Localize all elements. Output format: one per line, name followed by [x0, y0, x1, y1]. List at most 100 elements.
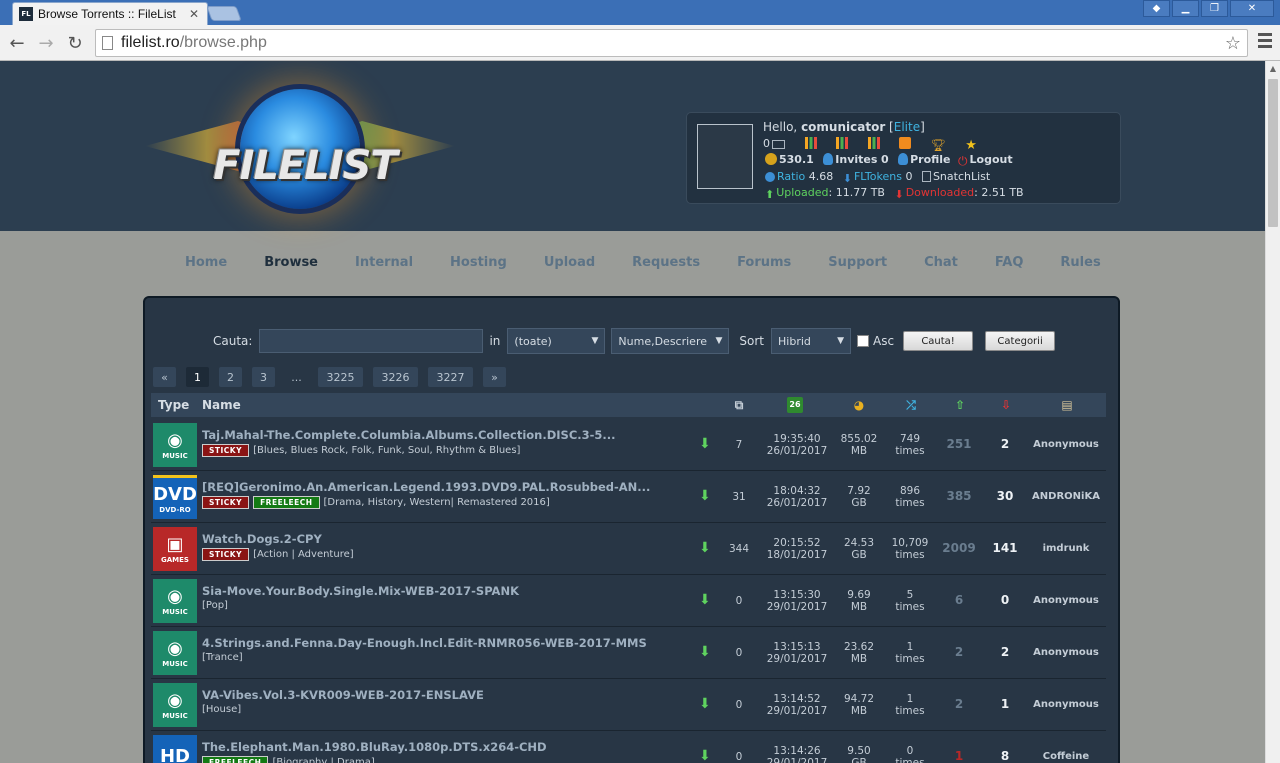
torrent-name-link[interactable]: VA-Vibes.Vol.3-KVR009-WEB-2017-ENSLAVE	[202, 688, 484, 702]
rss-icon[interactable]	[899, 136, 911, 149]
staff-icon[interactable]	[836, 136, 848, 149]
category-icon[interactable]: ◉ MUSIC	[153, 631, 197, 675]
browser-menu-icon[interactable]	[1258, 33, 1272, 51]
download-arrow-icon[interactable]: ⬇	[699, 748, 711, 763]
download-arrow-icon[interactable]: ⬇	[699, 644, 711, 660]
nav-hosting[interactable]: Hosting	[450, 255, 507, 270]
col-type[interactable]: Type	[158, 398, 189, 412]
page-scrollbar[interactable]: ▲	[1265, 61, 1280, 763]
user-profile-icon[interactable]: ◆	[1143, 0, 1170, 17]
asc-checkbox[interactable]	[857, 335, 870, 347]
files-count[interactable]: 344	[721, 543, 757, 555]
download-arrow-icon[interactable]: ⬇	[699, 540, 711, 556]
category-icon[interactable]: ◉ MUSIC	[153, 683, 197, 727]
files-count[interactable]: 0	[721, 647, 757, 659]
download-arrow-icon[interactable]: ⬇	[699, 696, 711, 712]
categories-button[interactable]: Categorii	[985, 331, 1056, 351]
torrent-name-link[interactable]: Watch.Dogs.2-CPY	[202, 532, 322, 546]
leechers-count[interactable]: 141	[981, 542, 1029, 554]
download-arrow-icon[interactable]: ⬇	[699, 592, 711, 608]
category-icon[interactable]: ◉ MUSIC	[153, 579, 197, 623]
page-3227[interactable]: 3227	[428, 367, 473, 387]
files-count[interactable]: 0	[721, 751, 757, 763]
nav-internal[interactable]: Internal	[355, 255, 413, 270]
snatched-count[interactable]: 1 times	[887, 693, 933, 717]
seeders-count[interactable]: 6	[935, 594, 983, 606]
snatched-count[interactable]: 1 times	[887, 641, 933, 665]
uploader-col-icon[interactable]: ▤	[1059, 397, 1075, 413]
category-icon[interactable]: HD	[153, 735, 197, 763]
leechers-col-icon[interactable]: ⇩	[998, 397, 1014, 413]
page-next[interactable]: »	[483, 367, 506, 387]
uploader-name[interactable]: Anonymous	[1029, 439, 1103, 451]
table-row[interactable]: ◉ MUSIC Taj.Mahal-The.Complete.Columbia.Al…	[151, 419, 1106, 471]
table-row[interactable]: ◉ MUSIC Sia-Move.Your.Body.Single.Mix-WEB-…	[151, 575, 1106, 627]
category-icon[interactable]: ▣ GAMES	[153, 527, 197, 571]
scroll-thumb[interactable]	[1268, 79, 1278, 227]
avatar[interactable]	[697, 124, 753, 189]
nav-chat[interactable]: Chat	[924, 255, 958, 270]
scroll-up-icon[interactable]: ▲	[1266, 61, 1280, 76]
seeders-count[interactable]: 251	[935, 438, 983, 450]
snatched-count[interactable]: 10,709 times	[887, 537, 933, 561]
logout-link[interactable]: Logout	[970, 153, 1013, 166]
seeders-count[interactable]: 2009	[935, 542, 983, 554]
snatched-count[interactable]: 5 times	[887, 589, 933, 613]
uploader-name[interactable]: Anonymous	[1029, 647, 1103, 659]
snatched-count[interactable]: 0 times	[887, 745, 933, 763]
seeders-count[interactable]: 2	[935, 698, 983, 710]
fltokens-label[interactable]: FLTokens	[854, 170, 902, 183]
files-count[interactable]: 0	[721, 595, 757, 607]
minimize-button[interactable]: ▁	[1172, 0, 1199, 17]
leechers-count[interactable]: 0	[981, 594, 1029, 606]
table-row[interactable]: ◉ MUSIC 4.Strings.and.Fenna.Day-Enough.Inc…	[151, 627, 1106, 679]
nav-faq[interactable]: FAQ	[995, 255, 1024, 270]
search-button[interactable]: Cauta!	[903, 331, 974, 351]
sort-select[interactable]: Hibrid ▼	[771, 328, 852, 354]
address-bar[interactable]: filelist.ro/browse.php ☆	[95, 29, 1248, 57]
page-1[interactable]: 1	[186, 367, 209, 387]
files-count[interactable]: 0	[721, 699, 757, 711]
table-row[interactable]: ▣ GAMES Watch.Dogs.2-CPY STICKY [Action | Ad…	[151, 523, 1106, 575]
uploader-name[interactable]: imdrunk	[1029, 543, 1103, 555]
forward-icon[interactable]: →	[34, 31, 58, 55]
mail-icon[interactable]	[772, 139, 785, 149]
seeders-count[interactable]: 2	[935, 646, 983, 658]
nav-rules[interactable]: Rules	[1060, 255, 1100, 270]
stats-icon[interactable]	[804, 136, 817, 149]
table-row[interactable]: DVD DVD-RO [REQ]Geronimo.An.American.Legen…	[151, 471, 1106, 523]
category-icon[interactable]: DVD DVD-RO	[153, 475, 197, 519]
leechers-count[interactable]: 8	[981, 750, 1029, 762]
torrent-name-link[interactable]: Taj.Mahal-The.Complete.Columbia.Albums.C…	[202, 428, 616, 442]
field-select[interactable]: Nume,Descriere ▼	[611, 328, 730, 354]
bonus-points[interactable]: 530.1	[779, 153, 814, 166]
page-2[interactable]: 2	[219, 367, 242, 387]
page-3[interactable]: 3	[252, 367, 275, 387]
snatched-count[interactable]: 896 times	[887, 485, 933, 509]
leechers-count[interactable]: 1	[981, 698, 1029, 710]
username-link[interactable]: comunicator	[801, 120, 885, 134]
seeders-col-icon[interactable]: ⇧	[952, 397, 968, 413]
leechers-count[interactable]: 2	[981, 438, 1029, 450]
torrent-name-link[interactable]: The.Elephant.Man.1980.BluRay.1080p.DTS.x…	[202, 740, 547, 754]
browser-tab[interactable]: FL Browse Torrents :: FileList ✕	[12, 2, 208, 25]
profile-link[interactable]: Profile	[910, 153, 950, 166]
favorites-star-icon[interactable]: ★	[965, 138, 977, 153]
nav-home[interactable]: Home	[185, 255, 227, 270]
nav-requests[interactable]: Requests	[632, 255, 700, 270]
table-row[interactable]: HD The.Elephant.Man.1980.BluRay.1080p.DTS…	[151, 731, 1106, 763]
snatchlist-link[interactable]: SnatchList	[933, 170, 990, 183]
files-col-icon[interactable]: ⧉	[731, 397, 747, 413]
table-row[interactable]: ◉ MUSIC VA-Vibes.Vol.3-KVR009-WEB-2017-ENS…	[151, 679, 1106, 731]
bookmark-star-icon[interactable]: ☆	[1225, 33, 1241, 54]
search-input[interactable]	[259, 329, 484, 353]
trophy-icon[interactable]: 🏆︎	[931, 137, 946, 152]
tab-close-icon[interactable]: ✕	[187, 7, 201, 21]
torrent-name-link[interactable]: Sia-Move.Your.Body.Single.Mix-WEB-2017-S…	[202, 584, 519, 598]
seeders-count[interactable]: 1	[935, 750, 983, 762]
bookmarks-icon[interactable]	[867, 136, 880, 149]
page-3226[interactable]: 3226	[373, 367, 418, 387]
uploader-name[interactable]: ANDRONiKA	[1029, 491, 1103, 503]
download-arrow-icon[interactable]: ⬇	[699, 436, 711, 452]
uploader-name[interactable]: Anonymous	[1029, 699, 1103, 711]
